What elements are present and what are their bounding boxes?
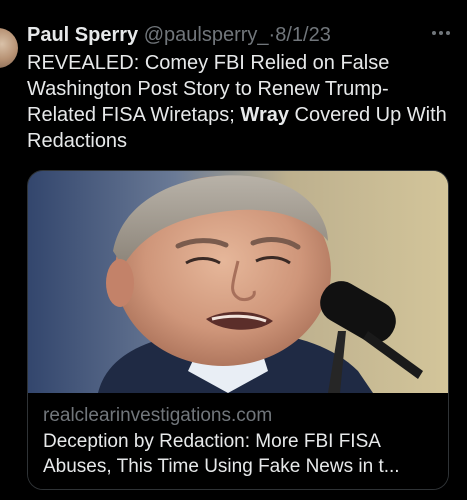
tweet-header: Paul Sperry @paulsperry_·8/1/23 [27,20,427,50]
portrait-photo [28,171,448,393]
more-horizontal-icon [432,31,450,35]
link-card[interactable]: realclearinvestigations.com Deception by… [27,170,449,490]
avatar[interactable] [0,28,18,68]
card-domain: realclearinvestigations.com [43,405,273,426]
card-meta: realclearinvestigations.com Deception by… [28,393,448,489]
tweet-date[interactable]: 8/1/23 [275,24,331,46]
more-options-button[interactable] [429,21,453,45]
tweet-text-bold: Wray [240,104,289,126]
card-title[interactable]: Deception by Redaction: More FBI FISA Ab… [43,429,438,479]
author-name[interactable]: Paul Sperry [27,24,138,46]
tweet-text: REVEALED: Comey FBI Relied on False Wash… [27,50,447,154]
author-handle[interactable]: @paulsperry_ [144,24,269,46]
card-image[interactable] [28,171,448,393]
